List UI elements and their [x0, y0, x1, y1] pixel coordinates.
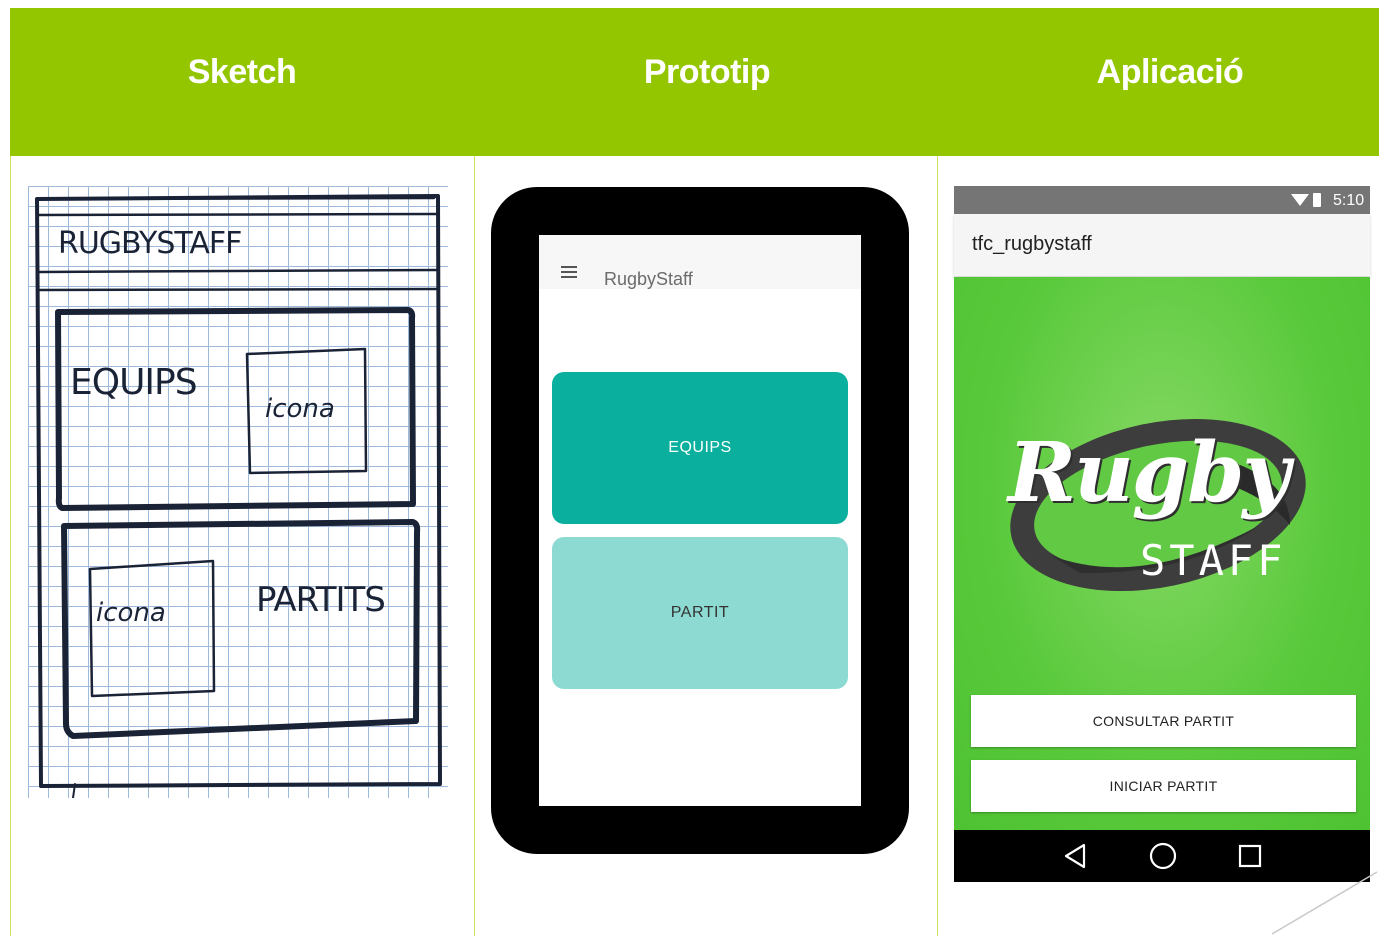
- hamburger-menu-icon[interactable]: [561, 264, 577, 278]
- decorative-corner-line: [1271, 871, 1378, 935]
- iniciar-partit-button[interactable]: INICIAR PARTIT: [971, 760, 1356, 812]
- recent-apps-icon[interactable]: [1238, 844, 1262, 868]
- column-divider-left: [10, 156, 11, 936]
- logo-word-rugby: Rugby: [1008, 425, 1290, 521]
- column-divider-2: [937, 156, 938, 936]
- equips-button[interactable]: EQUIPS: [552, 372, 848, 524]
- home-icon[interactable]: [1149, 842, 1177, 870]
- sketch-equips-label: EQUIPS: [70, 362, 198, 403]
- status-time: 5:10: [1333, 192, 1365, 209]
- logo-word-staff: STAFF: [1140, 536, 1287, 585]
- consultar-partit-button[interactable]: CONSULTAR PARTIT: [971, 695, 1356, 747]
- prototype-column-title: Prototip: [643, 53, 771, 91]
- sketch-icon-placeholder-1: icona: [265, 394, 335, 424]
- app-column-title: Aplicació: [1096, 53, 1244, 91]
- column-divider-1: [474, 156, 475, 936]
- prototype-app-bar: [539, 235, 861, 289]
- prototype-app-title: RugbyStaff: [604, 269, 693, 289]
- sketch-app-title: RUGBYSTAFF: [58, 226, 242, 261]
- partit-button[interactable]: PARTIT: [552, 537, 848, 689]
- app-toolbar-title: tfc_rugbystaff: [972, 233, 1092, 255]
- back-icon[interactable]: [1062, 843, 1088, 869]
- wifi-battery-icon: [1291, 193, 1321, 207]
- sketch-icon-placeholder-2: icona: [96, 598, 166, 628]
- sketch-partits-label: PARTITS: [256, 580, 386, 620]
- sketch-column-title: Sketch: [187, 53, 297, 91]
- sketch-paper: RUGBYSTAFF EQUIPS icona PARTITS icona: [28, 186, 448, 798]
- sketch-drawing: [35, 194, 442, 798]
